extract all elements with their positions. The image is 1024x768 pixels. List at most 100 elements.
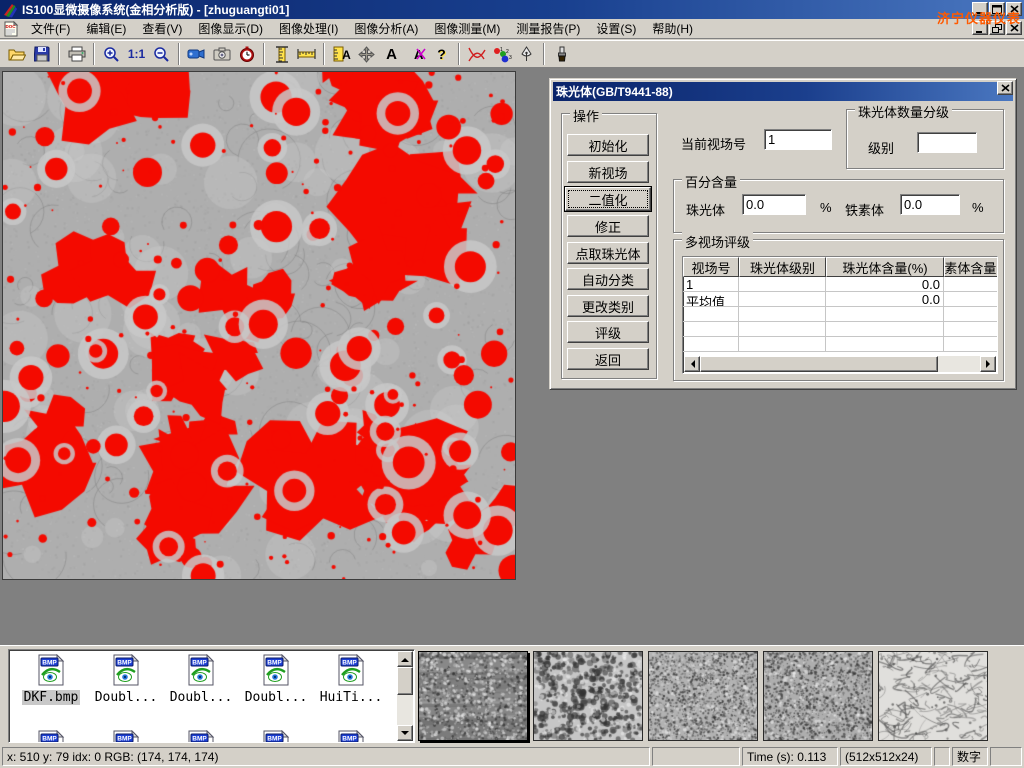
percent-group-label: 百分含量	[682, 172, 740, 191]
binarize-button[interactable]: 二值化	[565, 187, 651, 211]
minimize-button[interactable]	[972, 2, 988, 16]
col-ferrite-content[interactable]: 铁素体含量(%)	[944, 257, 998, 277]
scroll-right-button[interactable]	[980, 356, 996, 372]
timer-button[interactable]	[234, 42, 259, 66]
maximize-button[interactable]	[989, 2, 1005, 16]
scrollbar-thumb[interactable]	[397, 667, 413, 695]
menu-item-help[interactable]: 帮助(H)	[644, 18, 701, 39]
actual-size-button[interactable]: 1:1	[124, 42, 149, 66]
menu-item-view[interactable]: 查看(V)	[134, 18, 190, 39]
curve-tool-button[interactable]	[464, 42, 489, 66]
pick-pearlite-button[interactable]: 点取珠光体	[567, 242, 649, 264]
video-camera-icon	[187, 47, 206, 61]
menu-item-image-measure[interactable]: 图像测量(M)	[426, 18, 508, 39]
level-input[interactable]	[917, 132, 977, 153]
table-row[interactable]: 1 0.0	[683, 277, 997, 292]
svg-text:A: A	[414, 47, 424, 62]
menu-item-file[interactable]: 文件(F)	[23, 18, 78, 39]
file-item-partial[interactable]: BMP	[165, 730, 237, 743]
file-list[interactable]: BMP DKF.bmp BMP Doubl... BMP Doubl... BM…	[8, 649, 415, 743]
move-object-button[interactable]	[354, 42, 379, 66]
measure-annotate-button[interactable]: A	[329, 42, 354, 66]
file-name[interactable]: HuiTi...	[318, 690, 385, 705]
horizontal-measure-button[interactable]	[294, 42, 319, 66]
vertical-measure-button[interactable]	[269, 42, 294, 66]
scroll-down-button[interactable]	[397, 725, 413, 741]
multi-field-table[interactable]: 视场号 珠光体级别 珠光体含量(%) 铁素体含量(%) 1 0.0 平均值 0.…	[682, 256, 998, 374]
col-pearlite-grade[interactable]: 珠光体级别	[739, 257, 826, 277]
initialize-button[interactable]: 初始化	[567, 134, 649, 156]
classify-points-button[interactable]: 123	[489, 42, 514, 66]
help-button[interactable]: ?	[429, 42, 454, 66]
table-row[interactable]: 平均值 0.0	[683, 292, 997, 307]
ferrite-label: 铁素体	[845, 200, 884, 219]
menu-item-edit[interactable]: 编辑(E)	[78, 18, 134, 39]
return-button[interactable]: 返回	[567, 348, 649, 370]
file-name[interactable]: DKF.bmp	[22, 690, 81, 705]
file-item[interactable]: BMP Doubl...	[240, 654, 312, 705]
file-item-partial[interactable]: BMP	[240, 730, 312, 743]
menu-item-image-analysis[interactable]: 图像分析(A)	[346, 18, 426, 39]
menu-item-settings[interactable]: 设置(S)	[588, 18, 644, 39]
auto-classify-button[interactable]: 自动分类	[567, 268, 649, 290]
menu-item-image-display[interactable]: 图像显示(D)	[190, 18, 271, 39]
pen-tool-button[interactable]	[514, 42, 539, 66]
grade-button[interactable]: 评级	[567, 321, 649, 343]
change-class-button[interactable]: 更改类别	[567, 295, 649, 317]
svg-text:BMP: BMP	[342, 736, 357, 743]
cell-ferrite-content	[944, 277, 998, 292]
file-item-partial[interactable]: BMP	[90, 730, 162, 743]
menu-item-image-process[interactable]: 图像处理(I)	[271, 18, 346, 39]
status-empty-1	[652, 747, 740, 766]
file-name[interactable]: Doubl...	[93, 690, 160, 705]
open-folder-icon	[8, 46, 26, 62]
add-text-button[interactable]: A	[379, 42, 404, 66]
file-item[interactable]: BMP Doubl...	[165, 654, 237, 705]
scrollbar-track[interactable]	[397, 695, 413, 725]
open-file-button[interactable]	[4, 42, 29, 66]
child-close-button[interactable]	[1006, 21, 1022, 35]
save-button[interactable]	[29, 42, 54, 66]
print-button[interactable]	[64, 42, 89, 66]
thumbnail-2[interactable]	[533, 651, 643, 741]
child-restore-button[interactable]	[989, 21, 1005, 35]
ferrite-percent-input[interactable]	[900, 194, 960, 215]
col-field-no[interactable]: 视场号	[683, 257, 739, 277]
file-item[interactable]: BMP HuiTi...	[315, 654, 387, 705]
thumbnail-3[interactable]	[648, 651, 758, 741]
thumbnail-1[interactable]	[418, 651, 528, 741]
thumbnail-4[interactable]	[763, 651, 873, 741]
table-horizontal-scrollbar[interactable]	[684, 356, 996, 372]
menu-item-measure-report[interactable]: 测量报告(P)	[508, 18, 588, 39]
zoom-in-button[interactable]	[99, 42, 124, 66]
correct-button[interactable]: 修正	[567, 215, 649, 237]
scrollbar-track[interactable]	[938, 356, 980, 372]
cell-field-no: 平均值	[683, 292, 739, 307]
status-empty-2	[934, 747, 950, 766]
child-minimize-button[interactable]	[972, 21, 988, 35]
zoom-out-button[interactable]	[149, 42, 174, 66]
file-item-partial[interactable]: BMP	[315, 730, 387, 743]
pearlite-percent-input[interactable]	[742, 194, 806, 215]
col-pearlite-content[interactable]: 珠光体含量(%)	[826, 257, 944, 277]
file-item[interactable]: BMP DKF.bmp	[15, 654, 87, 705]
current-field-input[interactable]	[764, 129, 832, 150]
scroll-left-button[interactable]	[684, 356, 700, 372]
file-name[interactable]: Doubl...	[168, 690, 235, 705]
delete-text-button[interactable]: A	[404, 42, 429, 66]
close-button[interactable]	[1006, 2, 1022, 16]
file-list-scrollbar[interactable]	[397, 651, 413, 741]
file-item-partial[interactable]: BMP	[15, 730, 87, 743]
metallograph-image[interactable]	[2, 71, 516, 580]
scrollbar-thumb[interactable]	[700, 356, 938, 372]
scroll-up-button[interactable]	[397, 651, 413, 667]
new-field-button[interactable]: 新视场	[567, 161, 649, 183]
file-name[interactable]: Doubl...	[243, 690, 310, 705]
brush-tool-button[interactable]	[549, 42, 574, 66]
thumbnail-5[interactable]	[878, 651, 988, 741]
file-item[interactable]: BMP Doubl...	[90, 654, 162, 705]
photo-capture-button[interactable]	[209, 42, 234, 66]
video-capture-button[interactable]	[184, 42, 209, 66]
dialog-title-bar[interactable]: 珠光体(GB/T9441-88)	[553, 82, 1013, 101]
dialog-close-button[interactable]	[997, 81, 1013, 95]
